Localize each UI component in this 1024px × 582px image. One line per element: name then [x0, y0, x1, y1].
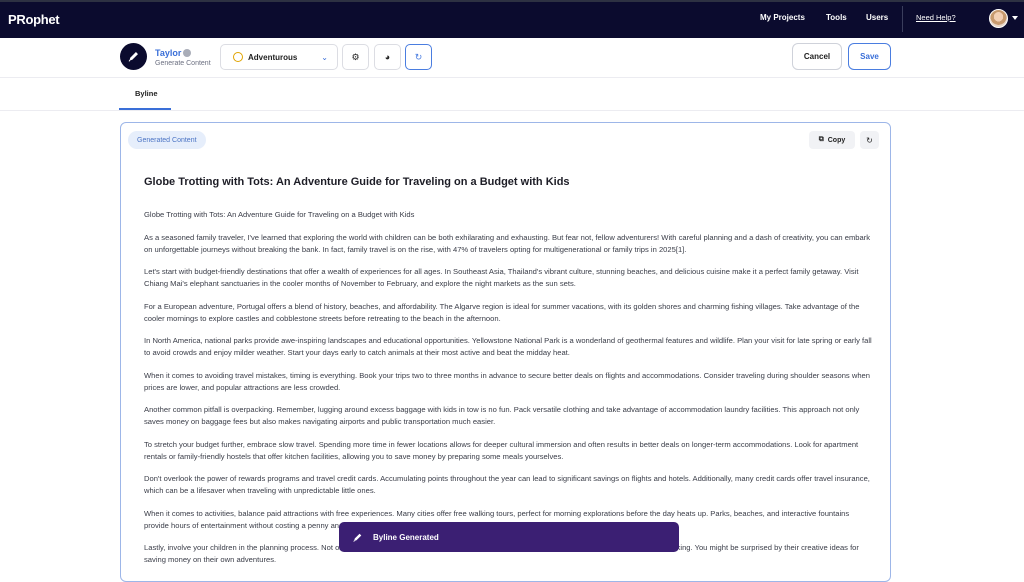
copy-icon: ⧉: [818, 136, 824, 143]
avatar-chevron-down-icon[interactable]: [1012, 16, 1018, 20]
nav-my-projects[interactable]: My Projects: [760, 13, 805, 22]
persona-avatar: [120, 43, 147, 70]
generated-content-badge: Generated Content: [128, 131, 206, 149]
article-paragraph: Another common pitfall is overpacking. R…: [144, 405, 860, 426]
persona-subtitle: Generate Content: [155, 60, 211, 67]
cancel-button[interactable]: Cancel: [792, 43, 842, 70]
nav-divider: [902, 6, 903, 32]
article-paragraph: In North America, national parks provide…: [144, 336, 872, 357]
save-button[interactable]: Save: [848, 43, 891, 70]
copy-button-label: Copy: [827, 136, 846, 144]
chevron-down-icon: ⌄: [321, 53, 328, 62]
regenerate-button[interactable]: ↻: [405, 44, 432, 70]
article-paragraph: For a European adventure, Portugal offer…: [144, 301, 860, 323]
toast-message: Byline Generated: [373, 532, 439, 542]
app-logo[interactable]: PRophet: [8, 12, 60, 27]
article-paragraph: When it comes to avoiding travel mistake…: [144, 370, 870, 392]
article-paragraph: To stretch your budget further, embrace …: [144, 439, 859, 461]
toast-notification[interactable]: Byline Generated: [339, 522, 679, 552]
article-paragraph: As a seasoned family traveler, I've lear…: [144, 232, 871, 254]
user-avatar[interactable]: [989, 9, 1008, 28]
article-title: Globe Trotting with Tots: An Adventure G…: [144, 176, 570, 188]
article-paragraph: Let's start with budget-friendly destina…: [144, 267, 859, 288]
nav-tools[interactable]: Tools: [826, 13, 847, 22]
tone-select[interactable]: Adventurous ⌄: [220, 44, 338, 70]
article-paragraph: Don't overlook the power of rewards prog…: [144, 474, 870, 495]
clock-icon: [233, 52, 243, 62]
settings-button[interactable]: ⚙: [342, 44, 369, 70]
pen-icon: [351, 531, 363, 543]
tone-select-value: Adventurous: [248, 53, 298, 62]
history-button[interactable]: ◕: [374, 44, 401, 70]
history-icon: ◕: [384, 52, 391, 62]
tab-active-indicator: [119, 108, 171, 110]
refresh-icon: ↻: [414, 51, 423, 62]
persona-name[interactable]: Taylor: [155, 48, 181, 58]
nav-users[interactable]: Users: [866, 13, 888, 22]
tab-byline[interactable]: Byline: [135, 89, 158, 98]
persona-verified-icon: [183, 49, 191, 57]
refresh-content-button[interactable]: ↻: [860, 131, 879, 149]
refresh-icon: ↻: [866, 135, 873, 145]
pen-icon: [128, 52, 138, 62]
copy-button[interactable]: ⧉ Copy: [809, 131, 855, 149]
gear-icon: ⚙: [351, 51, 360, 62]
nav-help-link[interactable]: Need Help?: [916, 13, 956, 22]
article-paragraph: Globe Trotting with Tots: An Adventure G…: [144, 210, 415, 219]
